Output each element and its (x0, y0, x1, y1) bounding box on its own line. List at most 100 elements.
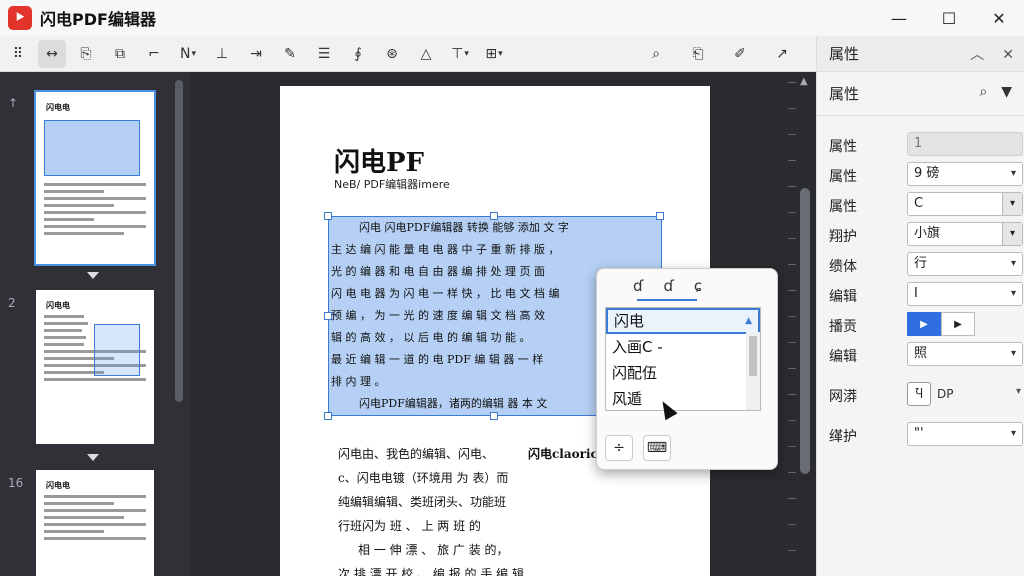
selected-text-line: 光 的 编 器 和 电 自 由 器 编 排 处 理 页 面 (331, 265, 545, 278)
thumb-title: 闪电电 (46, 103, 70, 112)
doc-search-icon[interactable]: ⎗ (684, 40, 712, 68)
close-button[interactable]: ✕ (974, 0, 1024, 36)
chevron-down-icon: ▾ (1010, 258, 1016, 269)
crop-tool[interactable]: ⌐ (140, 40, 168, 68)
format-icon[interactable]: Ⴏ (907, 382, 931, 406)
resize-handle[interactable] (324, 212, 332, 220)
property-row: 缂护 "' ▾ (829, 422, 1023, 448)
property-row: 缋体 行 ▾ (829, 252, 1023, 278)
page-subtitle: NeB/ PDF编辑器imere (334, 178, 450, 191)
chevron-down-icon: ▾ (1010, 168, 1016, 179)
close-icon[interactable]: ✕ (1002, 47, 1014, 63)
thumbnail-page-2[interactable]: 闪电电 (36, 290, 154, 444)
property-label: 编辑 (829, 349, 857, 365)
annotate-icon[interactable]: ✐ (726, 40, 754, 68)
copy-tool[interactable]: ⧉ (106, 40, 134, 68)
move-tool[interactable]: ↔ (38, 39, 66, 68)
font-option[interactable]: 风遁 (606, 386, 760, 412)
selected-text-line: 主 达 编 闪 能 量 电 电 器 中 子 重 新 排 版 ， (331, 243, 560, 256)
thumbnail-page-3[interactable]: 闪电电 (36, 470, 154, 576)
popup-tab[interactable]: ɕ (694, 277, 702, 295)
font-option[interactable]: 入画C - (606, 334, 760, 360)
play-icon[interactable]: ▶ (941, 312, 975, 336)
popup-actions: ÷ ⌨ (605, 435, 681, 461)
property-label: 翔护 (829, 229, 857, 245)
chevron-down-icon: ▾ (1010, 348, 1016, 359)
property-label: 属性 (829, 169, 857, 185)
chevron-down-icon[interactable]: ▼ (1001, 84, 1012, 100)
main-toolbar: ⠿ ↔ ⎘ ⧉ ⌐ N ▾ ⊥ ⇥ ✎ ☰ ∮ ⊛ △ ⊤ ▾ ⊞ ▾ ⌕ ⎗ ✐ ↗ (0, 36, 816, 72)
collapse-icon[interactable]: ︿ (970, 47, 984, 63)
popup-tab[interactable]: ɗ (663, 277, 673, 295)
maximize-button[interactable]: ☐ (924, 0, 974, 36)
resize-handle[interactable] (656, 212, 664, 220)
property-field[interactable]: 照 ▾ (907, 342, 1023, 366)
selected-text-line: 辑 的 高 效 ， 以 后 电 的 编 辑 功 能 。 (331, 331, 531, 344)
font-option[interactable]: 闪配伍 (606, 360, 760, 386)
play-icon[interactable]: ▶ (907, 312, 941, 336)
property-field[interactable]: "' ▾ (907, 422, 1023, 446)
thumb-expand-arrow[interactable] (87, 272, 99, 279)
thumb-title: 闪电电 (46, 301, 70, 310)
search-icon[interactable]: ⌕ (642, 40, 670, 68)
body-text-line: 纯编辑编辑、类班闭头、功能班 (338, 495, 507, 509)
property-label: 属性 (829, 199, 857, 215)
thumb-title: 闪电电 (46, 481, 70, 490)
text-style-tool[interactable]: ⊤ ▾ (446, 40, 474, 68)
side-ruler (788, 72, 798, 576)
canvas-scrollbar[interactable] (800, 188, 810, 474)
search-icon[interactable]: ⌕ (979, 84, 987, 100)
share-icon[interactable]: ↗ (768, 40, 796, 68)
scroll-up-arrow[interactable]: ▲ (800, 76, 808, 87)
stamp-tool[interactable]: ⊛ (378, 40, 406, 68)
property-field[interactable]: 9 磅 ▾ (907, 162, 1023, 186)
resize-handle[interactable] (490, 412, 498, 420)
chevron-down-icon: ▾ (1010, 288, 1016, 299)
property-label: 缂护 (829, 429, 857, 445)
shape-tool[interactable]: △ (412, 40, 440, 68)
grid-tool[interactable]: ⠿ (4, 40, 32, 68)
minimize-button[interactable]: — (874, 0, 924, 36)
chevron-up-icon: ▲ (745, 316, 752, 326)
thumbnail-pane: ↑ 闪电电 2 闪电电 16 闪电电 (0, 72, 190, 576)
resize-handle[interactable] (324, 412, 332, 420)
highlight-tool[interactable]: ✎ (276, 40, 304, 68)
thumb-expand-arrow[interactable] (87, 454, 99, 461)
window-controls: — ☐ ✕ (874, 0, 1024, 36)
thumb-page-number: 2 (8, 296, 16, 310)
body-text-line: 次 排 漂 开 校 、 编 报 的 手 编 辑 (338, 567, 524, 576)
selected-text-line: 最 近 编 辑 一 道 的 电 PDF 编 辑 器 一 样 (331, 353, 544, 366)
align-tool[interactable]: ⊥ (208, 40, 236, 68)
font-option[interactable]: 闪电 ▲ (606, 308, 760, 334)
property-field[interactable]: 小旗 ▾ (907, 222, 1023, 246)
list-scrollbar[interactable] (746, 332, 760, 410)
chevron-down-icon[interactable]: ▾ (1002, 223, 1022, 245)
property-field[interactable]: 行 ▾ (907, 252, 1023, 276)
link-tool[interactable]: ∮ (344, 40, 372, 68)
keyboard-icon[interactable]: ⌨ (643, 435, 671, 461)
popup-tab[interactable]: ɗ (633, 277, 643, 295)
popup-tabs: ɗ ɗ ɕ (597, 269, 779, 303)
thumbnail-scrollbar[interactable] (175, 80, 183, 402)
property-row: 播贡 ▶ ▶ (829, 312, 1023, 338)
font-option-list: 闪电 ▲ 入画C - 闪配伍 风遁 (605, 307, 761, 411)
chevron-down-icon[interactable]: ▾ (1002, 193, 1022, 215)
property-row: 属性 C ▾ (829, 192, 1023, 218)
property-row: 编辑 I ▾ (829, 282, 1023, 308)
select-tool[interactable]: N ▾ (174, 40, 202, 68)
title-bar: ⯈ 闪电PDF编辑器 — ☐ ✕ (0, 0, 1024, 36)
chevron-down-icon: ▾ (498, 48, 503, 59)
export-tool[interactable]: ⇥ (242, 40, 270, 68)
frame-tool[interactable]: ⊞ ▾ (480, 40, 508, 68)
selected-text-line: 闪 电 电 器 为 闪 电 一 样 快 ， 比 电 文 档 编 (331, 287, 560, 300)
format-value: DP (937, 387, 954, 401)
chevron-down-icon[interactable]: ▾ (1016, 386, 1021, 397)
property-field[interactable]: I ▾ (907, 282, 1023, 306)
property-field[interactable]: C ▾ (907, 192, 1023, 216)
divide-icon[interactable]: ÷ (605, 435, 633, 461)
thumbnail-page-1[interactable]: 闪电电 (34, 90, 156, 266)
list-tool[interactable]: ☰ (310, 40, 338, 68)
thumb-page-number: 16 (8, 476, 24, 490)
app-title: 闪电PDF编辑器 (40, 10, 156, 29)
page-tool[interactable]: ⎘ (72, 40, 100, 68)
